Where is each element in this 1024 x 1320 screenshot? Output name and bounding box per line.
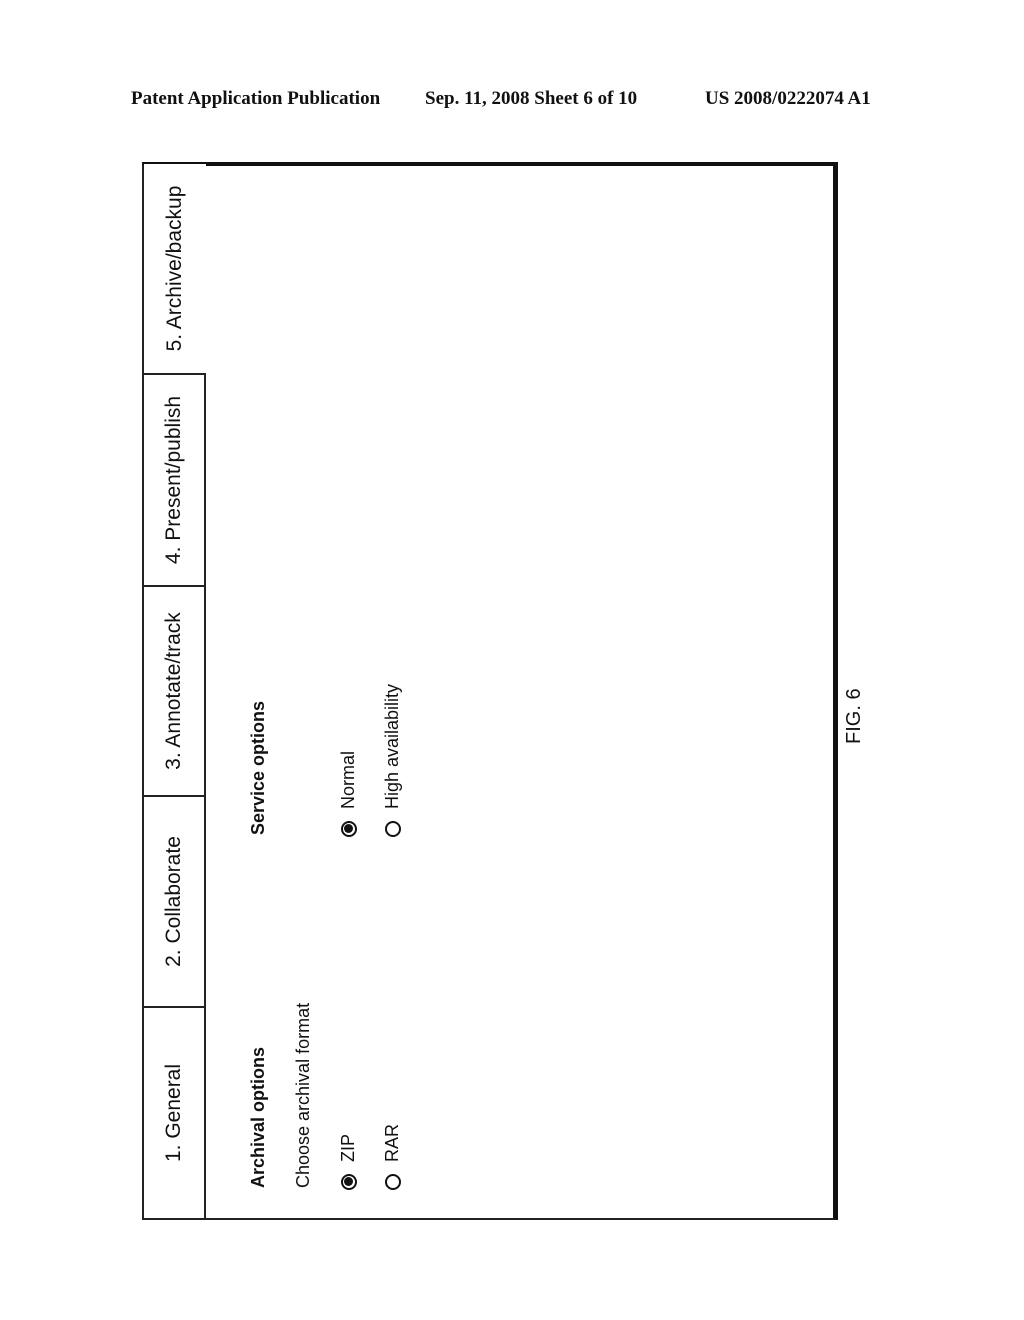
tab-collaborate[interactable]: 2. Collaborate — [144, 795, 206, 1006]
tab-label: 2. Collaborate — [162, 836, 185, 967]
radio-checked-icon — [340, 821, 357, 837]
radio-rar[interactable]: RAR — [382, 1124, 403, 1190]
service-options-heading: Service options — [248, 700, 268, 835]
tab-label: 4. Present/publish — [162, 395, 185, 565]
figure-label-text: FIG. 6 — [843, 688, 865, 744]
settings-window: 1. General 2. Collaborate 3. Annotate/tr… — [142, 162, 838, 1220]
radio-checked-icon — [340, 1174, 357, 1190]
archival-options-heading: Archival options — [248, 1046, 268, 1188]
radio-label: RAR — [382, 1123, 402, 1162]
radio-label: ZIP — [338, 1133, 358, 1162]
tab-bar: 1. General 2. Collaborate 3. Annotate/tr… — [144, 164, 206, 1218]
tab-present-publish[interactable]: 4. Present/publish — [144, 373, 206, 585]
archival-format-prompt: Choose archival format — [293, 1002, 313, 1188]
page-header: Patent Application Publication Sep. 11, … — [0, 88, 1024, 116]
tab-archive-backup[interactable]: 5. Archive/backup — [144, 164, 206, 373]
settings-window-rotated: 1. General 2. Collaborate 3. Annotate/tr… — [142, 162, 838, 1220]
tab-general[interactable]: 1. General — [144, 1006, 206, 1218]
publication-date-sheet: Sep. 11, 2008 Sheet 6 of 10 — [425, 88, 638, 109]
tab-label: 1. General — [162, 1063, 185, 1163]
tab-annotate-track[interactable]: 3. Annotate/track — [144, 585, 206, 795]
figure-label: FIG. 6 — [843, 688, 873, 744]
tab-label: 5. Archive/backup — [163, 185, 186, 352]
radio-zip[interactable]: ZIP — [338, 1134, 359, 1190]
radio-unchecked-icon — [384, 1174, 401, 1190]
publication-type: Patent Application Publication — [131, 88, 381, 109]
tab-label: 3. Annotate/track — [162, 612, 185, 770]
publication-number: US 2008/0222074 A1 — [705, 88, 871, 109]
radio-label: High availability — [382, 683, 402, 809]
radio-label: Normal — [338, 750, 358, 809]
radio-high-availability[interactable]: High availability — [382, 684, 403, 837]
radio-unchecked-icon — [384, 821, 401, 837]
radio-normal[interactable]: Normal — [338, 751, 359, 837]
